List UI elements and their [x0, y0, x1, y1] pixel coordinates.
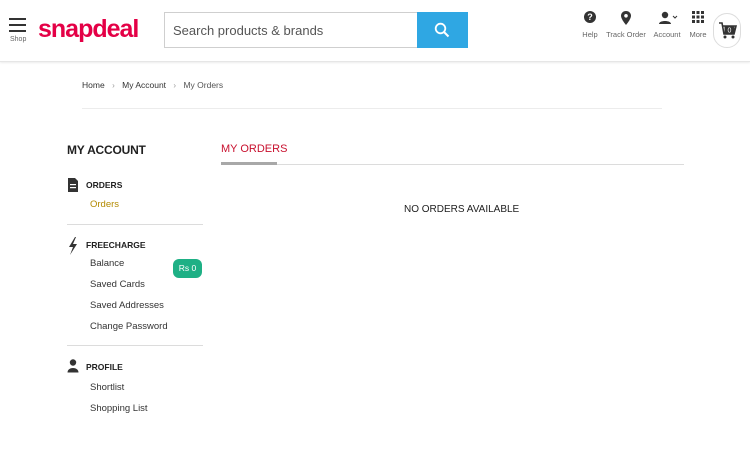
cart-count: 0: [728, 28, 732, 35]
cart-button[interactable]: 0: [713, 13, 741, 48]
chevron-right-icon: ›: [112, 81, 115, 90]
sidebar-item-saved-cards[interactable]: Saved Cards: [90, 279, 203, 290]
breadcrumb: Home › My Account › My Orders: [82, 80, 223, 90]
user-icon: [67, 359, 79, 373]
balance-badge: Rs 0: [173, 259, 202, 278]
sidebar-title: MY ACCOUNT: [67, 143, 146, 157]
shop-label: Shop: [10, 36, 27, 43]
help-icon: ?: [584, 11, 596, 23]
cart-icon: 0: [719, 22, 738, 39]
hamburger-bar: [9, 30, 26, 32]
grid-icon: [692, 11, 704, 23]
help-button[interactable]: ? Help: [580, 10, 600, 39]
account-label: Account: [653, 30, 681, 39]
hamburger-icon: [9, 18, 26, 20]
help-label: Help: [582, 30, 598, 39]
sidebar-divider: [67, 224, 203, 225]
search-input[interactable]: [164, 12, 418, 48]
freecharge-heading: FREECHARGE: [86, 240, 146, 250]
sidebar-item-change-password[interactable]: Change Password: [90, 321, 203, 332]
orders-section: ORDERS Orders: [67, 177, 203, 210]
sidebar-item-shortlist[interactable]: Shortlist: [90, 382, 203, 393]
track-order-label: Track Order: [606, 30, 646, 39]
top-header: Shop snapdeal ? Help Track Order Account: [0, 0, 750, 62]
chevron-right-icon: ›: [173, 81, 177, 90]
breadcrumb-home[interactable]: Home: [82, 80, 105, 90]
breadcrumb-divider: [82, 108, 662, 109]
sidebar-item-saved-addresses[interactable]: Saved Addresses: [90, 300, 203, 311]
breadcrumb-my-account[interactable]: My Account: [122, 80, 166, 90]
search-button[interactable]: [417, 12, 468, 48]
svg-text:?: ?: [587, 12, 593, 22]
search-icon: [434, 22, 450, 38]
menu-button[interactable]: Shop: [9, 18, 27, 44]
breadcrumb-my-orders: My Orders: [183, 80, 224, 90]
orders-heading-row: ORDERS: [67, 177, 203, 193]
tab-divider: [221, 164, 684, 165]
orders-heading: ORDERS: [86, 180, 123, 190]
more-label: More: [689, 30, 707, 39]
sidebar-divider: [67, 345, 203, 346]
location-pin-icon: [621, 11, 631, 25]
account-button[interactable]: Account: [652, 10, 682, 39]
account-sidebar: MY ACCOUNT ORDERS Orders FREECHARGE Bala…: [67, 143, 203, 414]
empty-orders-message: NO ORDERS AVAILABLE: [404, 204, 520, 215]
lightning-bolt-icon: [69, 237, 77, 255]
user-icon: [659, 11, 678, 24]
sidebar-item-shopping-list[interactable]: Shopping List: [90, 403, 203, 414]
sidebar-item-orders[interactable]: Orders: [90, 199, 203, 210]
hamburger-bar: [9, 24, 26, 26]
document-icon: [68, 178, 78, 192]
profile-heading-row: PROFILE: [67, 359, 203, 375]
track-order-button[interactable]: Track Order: [606, 10, 646, 39]
profile-heading: PROFILE: [86, 362, 123, 372]
freecharge-heading-row: FREECHARGE: [67, 237, 203, 255]
more-button[interactable]: More: [687, 10, 709, 39]
snapdeal-logo[interactable]: snapdeal: [38, 15, 139, 44]
profile-section: PROFILE Shortlist Shopping List: [67, 359, 203, 414]
freecharge-section: FREECHARGE Balance Rs 0 Saved Cards Save…: [67, 237, 203, 332]
tab-active-indicator: [221, 162, 277, 165]
tab-my-orders[interactable]: MY ORDERS: [221, 143, 287, 155]
